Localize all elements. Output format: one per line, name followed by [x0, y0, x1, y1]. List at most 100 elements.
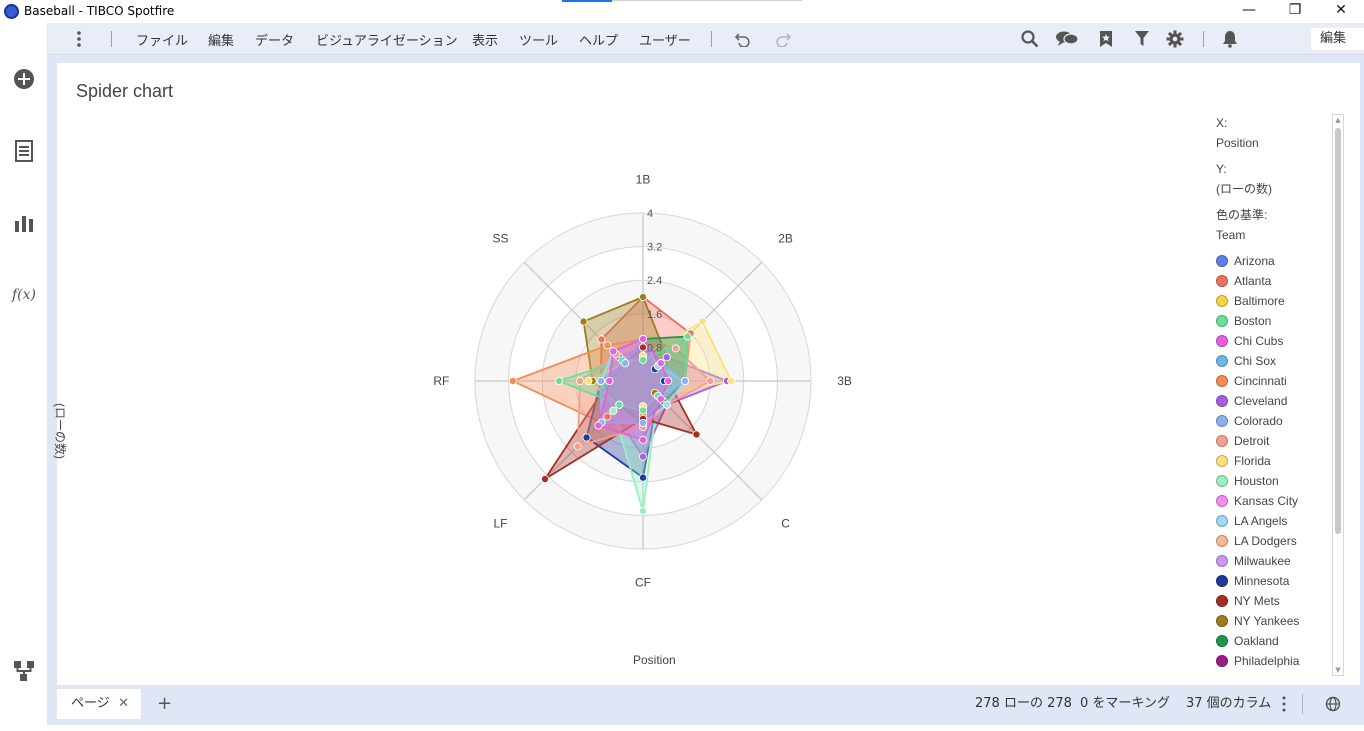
- radar-data-point[interactable]: [639, 435, 648, 444]
- mode-dropdown[interactable]: 編集: [1311, 28, 1364, 50]
- menu-data[interactable]: データ: [255, 30, 294, 49]
- add-icon[interactable]: [10, 65, 38, 93]
- radar-data-point[interactable]: [582, 433, 591, 442]
- radar-data-point[interactable]: [727, 376, 736, 385]
- menu-help[interactable]: ヘルプ: [579, 30, 618, 49]
- filter-icon[interactable]: [1130, 27, 1154, 51]
- expression-icon[interactable]: f(x): [10, 281, 38, 309]
- radar-data-point[interactable]: [576, 376, 585, 385]
- radar-data-point[interactable]: [683, 332, 692, 341]
- scrollbar-thumb[interactable]: [1335, 128, 1341, 534]
- legend-scrollbar[interactable]: ▲ ▼: [1332, 114, 1344, 676]
- menu-file[interactable]: ファイル: [136, 30, 188, 49]
- radar-data-point[interactable]: [573, 442, 582, 451]
- legend-item[interactable]: Chi Sox: [1216, 351, 1326, 371]
- bookmark-icon[interactable]: [1094, 27, 1118, 51]
- radar-axis-label[interactable]: CF: [635, 576, 651, 590]
- radar-data-point[interactable]: [639, 452, 648, 461]
- data-table-icon[interactable]: [10, 137, 38, 165]
- spider-chart[interactable]: 0.8 1.6 2.4 3.2 4 1B 2B 3B C CF LF RF SS: [57, 63, 1207, 685]
- radar-data-point[interactable]: [594, 421, 603, 430]
- legend-item[interactable]: Minnesota: [1216, 571, 1326, 591]
- radar-data-point[interactable]: [681, 376, 690, 385]
- search-icon[interactable]: [1018, 27, 1042, 51]
- legend-item[interactable]: Baltimore: [1216, 291, 1326, 311]
- radar-data-point[interactable]: [621, 359, 630, 368]
- visualization-panel[interactable]: Spider chart (ローの数) Position 0.8 1.6 2.4 3.…: [53, 63, 1360, 685]
- radar-data-point[interactable]: [671, 344, 680, 353]
- radar-data-point[interactable]: [692, 430, 701, 439]
- radar-data-point[interactable]: [698, 317, 707, 326]
- menu-view[interactable]: 表示: [472, 30, 498, 49]
- legend-x-value[interactable]: Position: [1216, 133, 1326, 155]
- radar-axis-label[interactable]: RF: [433, 374, 449, 388]
- radar-data-point[interactable]: [639, 355, 648, 364]
- radar-data-point[interactable]: [664, 376, 673, 385]
- radar-data-point[interactable]: [662, 400, 671, 409]
- radar-data-point[interactable]: [508, 376, 517, 385]
- visualization-icon[interactable]: [10, 209, 38, 237]
- page-tab[interactable]: ページ ✕: [57, 689, 141, 719]
- legend-item[interactable]: Cleveland: [1216, 391, 1326, 411]
- legend-item[interactable]: Houston: [1216, 471, 1326, 491]
- more-vertical-icon[interactable]: [67, 27, 91, 51]
- legend-item[interactable]: Atlanta: [1216, 271, 1326, 291]
- radar-axis-label[interactable]: SS: [492, 231, 508, 245]
- legend-item[interactable]: Florida: [1216, 451, 1326, 471]
- radar-data-point[interactable]: [662, 353, 671, 362]
- page-tab-close-icon[interactable]: ✕: [118, 689, 129, 719]
- radar-data-point[interactable]: [615, 400, 624, 409]
- radar-data-point[interactable]: [597, 376, 606, 385]
- radar-data-point[interactable]: [579, 317, 588, 326]
- menu-user[interactable]: ユーザー: [639, 30, 691, 49]
- legend-item[interactable]: NY Mets: [1216, 591, 1326, 611]
- notification-bell-icon[interactable]: [1218, 27, 1242, 51]
- legend-item[interactable]: Kansas City: [1216, 491, 1326, 511]
- radar-data-point[interactable]: [584, 376, 593, 385]
- menu-visualization[interactable]: ビジュアライゼーション: [316, 30, 458, 49]
- data-canvas-icon[interactable]: [10, 657, 38, 685]
- radar-data-point[interactable]: [540, 475, 549, 484]
- minimize-button[interactable]: —: [1226, 0, 1272, 23]
- close-window-button[interactable]: ✕: [1318, 0, 1364, 23]
- radar-data-point[interactable]: [603, 412, 612, 421]
- add-page-button[interactable]: +: [157, 689, 172, 719]
- radar-data-point[interactable]: [605, 376, 614, 385]
- legend-color-value[interactable]: Team: [1216, 225, 1326, 247]
- menu-tools[interactable]: ツール: [519, 30, 558, 49]
- radar-axis-label[interactable]: 1B: [636, 172, 651, 186]
- scroll-up-arrow-icon[interactable]: ▲: [1333, 115, 1343, 125]
- settings-gear-icon[interactable]: [1163, 27, 1187, 51]
- radar-data-point[interactable]: [603, 341, 612, 350]
- radar-axis-label[interactable]: C: [781, 517, 790, 531]
- menu-edit[interactable]: 編集: [208, 30, 234, 49]
- radar-data-point[interactable]: [639, 292, 648, 301]
- radar-data-point[interactable]: [639, 334, 648, 343]
- radar-data-point[interactable]: [554, 376, 563, 385]
- legend-item[interactable]: LA Dodgers: [1216, 531, 1326, 551]
- legend-item[interactable]: Oakland: [1216, 631, 1326, 651]
- legend-item[interactable]: Chi Cubs: [1216, 331, 1326, 351]
- radar-data-point[interactable]: [639, 418, 648, 427]
- legend-item[interactable]: Milwaukee: [1216, 551, 1326, 571]
- radar-data-point[interactable]: [706, 376, 715, 385]
- redo-icon[interactable]: [771, 27, 795, 51]
- legend-item[interactable]: Arizona: [1216, 251, 1326, 271]
- legend-item[interactable]: Philadelphia: [1216, 651, 1326, 671]
- legend-item[interactable]: LA Angels: [1216, 511, 1326, 531]
- legend-item[interactable]: NY Yankees: [1216, 611, 1326, 631]
- radar-data-point[interactable]: [656, 394, 665, 403]
- collaboration-icon[interactable]: [1055, 27, 1079, 51]
- restore-button[interactable]: ❐: [1272, 0, 1318, 23]
- radar-data-point[interactable]: [639, 507, 648, 516]
- radar-data-point[interactable]: [597, 335, 606, 344]
- legend-y-value[interactable]: (ローの数): [1216, 179, 1326, 201]
- radar-axis-label[interactable]: LF: [493, 517, 507, 531]
- legend-item[interactable]: Cincinnati: [1216, 371, 1326, 391]
- radar-axis-label[interactable]: 2B: [778, 231, 793, 245]
- legend-item[interactable]: Colorado: [1216, 411, 1326, 431]
- radar-axis-label[interactable]: 3B: [837, 374, 852, 388]
- radar-data-point[interactable]: [609, 406, 618, 415]
- radar-data-point[interactable]: [609, 347, 618, 356]
- undo-icon[interactable]: [731, 27, 755, 51]
